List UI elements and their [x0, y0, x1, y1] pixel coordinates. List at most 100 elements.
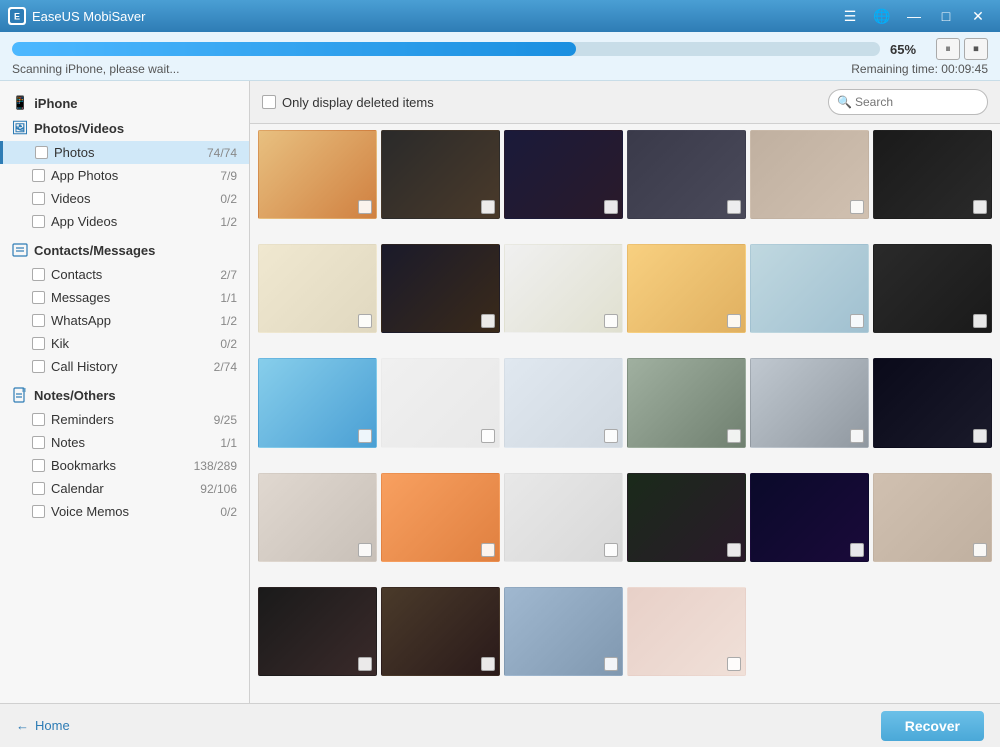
photo-thumbnail[interactable] [504, 244, 623, 333]
progress-bar-track [12, 42, 880, 56]
notes-checkbox[interactable] [32, 436, 45, 449]
photo-grid [250, 124, 1000, 703]
sidebar-item-kik[interactable]: Kik 0/2 [0, 332, 249, 355]
home-button[interactable]: ← Home [16, 718, 70, 733]
progress-info-row: Scanning iPhone, please wait... Remainin… [12, 62, 988, 76]
photo-thumbnail[interactable] [627, 244, 746, 333]
contacts-label: Contacts [51, 267, 102, 282]
call-history-checkbox[interactable] [32, 360, 45, 373]
sidebar-item-photos[interactable]: Photos 74/74 [0, 141, 249, 164]
photos-checkbox[interactable] [35, 146, 48, 159]
whatsapp-label: WhatsApp [51, 313, 111, 328]
photo-thumbnail[interactable] [627, 587, 746, 676]
videos-checkbox[interactable] [32, 192, 45, 205]
sidebar-device: 📱 iPhone [0, 89, 249, 115]
sidebar-item-voice-memos[interactable]: Voice Memos 0/2 [0, 500, 249, 523]
close-button[interactable]: ✕ [964, 5, 992, 27]
bottom-bar: ← Home Recover [0, 703, 1000, 747]
photo-thumbnail[interactable] [873, 130, 992, 219]
sidebar-item-contacts[interactable]: Contacts 2/7 [0, 263, 249, 286]
notes-item-left: Notes [32, 435, 85, 450]
photo-thumbnail[interactable] [504, 473, 623, 562]
menu-button[interactable]: ☰ [836, 5, 864, 27]
sidebar-item-call-history[interactable]: Call History 2/74 [0, 355, 249, 378]
sidebar-item-notes[interactable]: Notes 1/1 [0, 431, 249, 454]
app-videos-checkbox[interactable] [32, 215, 45, 228]
photo-thumbnail[interactable] [258, 473, 377, 562]
sidebar-section-header-contacts[interactable]: Contacts/Messages [0, 237, 249, 263]
photo-thumbnail[interactable] [750, 358, 869, 447]
voice-memos-checkbox[interactable] [32, 505, 45, 518]
bookmarks-checkbox[interactable] [32, 459, 45, 472]
photos-section-icon: 🖼 [12, 120, 28, 136]
whatsapp-item-left: WhatsApp [32, 313, 111, 328]
notes-count: 1/1 [220, 436, 237, 450]
toolbar: Only display deleted items 🔍 [250, 81, 1000, 124]
photo-thumbnail[interactable] [381, 358, 500, 447]
photo-thumbnail[interactable] [627, 358, 746, 447]
whatsapp-checkbox[interactable] [32, 314, 45, 327]
search-wrap: 🔍 [828, 89, 988, 115]
photo-thumbnail[interactable] [258, 358, 377, 447]
notes-label: Notes [51, 435, 85, 450]
messages-label: Messages [51, 290, 110, 305]
photo-thumbnail[interactable] [504, 130, 623, 219]
scan-status: Scanning iPhone, please wait... [12, 62, 179, 76]
minimize-button[interactable]: — [900, 5, 928, 27]
stop-button[interactable]: ⏹ [964, 38, 988, 60]
only-deleted-checkbox[interactable] [262, 95, 276, 109]
messages-checkbox[interactable] [32, 291, 45, 304]
photo-thumbnail[interactable] [750, 244, 869, 333]
only-deleted-text: Only display deleted items [282, 95, 434, 110]
sidebar-section-header-photos[interactable]: 🖼 Photos/Videos [0, 115, 249, 141]
photo-thumbnail[interactable] [381, 587, 500, 676]
photo-thumbnail[interactable] [504, 358, 623, 447]
photos-item-left: Photos [35, 145, 94, 160]
photo-thumbnail[interactable] [873, 473, 992, 562]
maximize-button[interactable]: □ [932, 5, 960, 27]
app-photos-checkbox[interactable] [32, 169, 45, 182]
messages-count: 1/1 [220, 291, 237, 305]
kik-checkbox[interactable] [32, 337, 45, 350]
reminders-count: 9/25 [214, 413, 237, 427]
photo-thumbnail[interactable] [627, 473, 746, 562]
calendar-label: Calendar [51, 481, 104, 496]
pause-button[interactable]: ⏸ [936, 38, 960, 60]
photo-thumbnail[interactable] [873, 358, 992, 447]
sidebar-item-reminders[interactable]: Reminders 9/25 [0, 408, 249, 431]
call-history-count: 2/74 [214, 360, 237, 374]
reminders-checkbox[interactable] [32, 413, 45, 426]
photo-thumbnail[interactable] [381, 473, 500, 562]
sidebar: 📱 iPhone 🖼 Photos/Videos Photos 74/74 Ap… [0, 81, 250, 703]
kik-label: Kik [51, 336, 69, 351]
sidebar-item-calendar[interactable]: Calendar 92/106 [0, 477, 249, 500]
only-deleted-label[interactable]: Only display deleted items [262, 95, 434, 110]
calendar-checkbox[interactable] [32, 482, 45, 495]
photo-thumbnail[interactable] [258, 587, 377, 676]
sidebar-item-app-photos[interactable]: App Photos 7/9 [0, 164, 249, 187]
photo-thumbnail[interactable] [504, 587, 623, 676]
sidebar-item-bookmarks[interactable]: Bookmarks 138/289 [0, 454, 249, 477]
photo-thumbnail[interactable] [381, 244, 500, 333]
contacts-checkbox[interactable] [32, 268, 45, 281]
sidebar-section-header-notes[interactable]: Notes/Others [0, 382, 249, 408]
notes-section-icon [12, 387, 28, 403]
globe-button[interactable]: 🌐 [868, 5, 896, 27]
photo-thumbnail[interactable] [258, 130, 377, 219]
videos-label: Videos [51, 191, 91, 206]
sidebar-item-messages[interactable]: Messages 1/1 [0, 286, 249, 309]
remaining-time: Remaining time: 00:09:45 [851, 62, 988, 76]
photo-thumbnail[interactable] [750, 473, 869, 562]
photo-thumbnail[interactable] [627, 130, 746, 219]
sidebar-item-app-videos[interactable]: App Videos 1/2 [0, 210, 249, 233]
sidebar-section-notes: Notes/Others Reminders 9/25 Notes 1/1 [0, 382, 249, 523]
photo-thumbnail[interactable] [750, 130, 869, 219]
sidebar-item-videos[interactable]: Videos 0/2 [0, 187, 249, 210]
recover-button[interactable]: Recover [881, 711, 984, 741]
photo-thumbnail[interactable] [873, 244, 992, 333]
right-panel: Only display deleted items 🔍 [250, 81, 1000, 703]
photo-thumbnail[interactable] [381, 130, 500, 219]
photo-thumbnail[interactable] [258, 244, 377, 333]
sidebar-item-whatsapp[interactable]: WhatsApp 1/2 [0, 309, 249, 332]
search-input[interactable] [828, 89, 988, 115]
